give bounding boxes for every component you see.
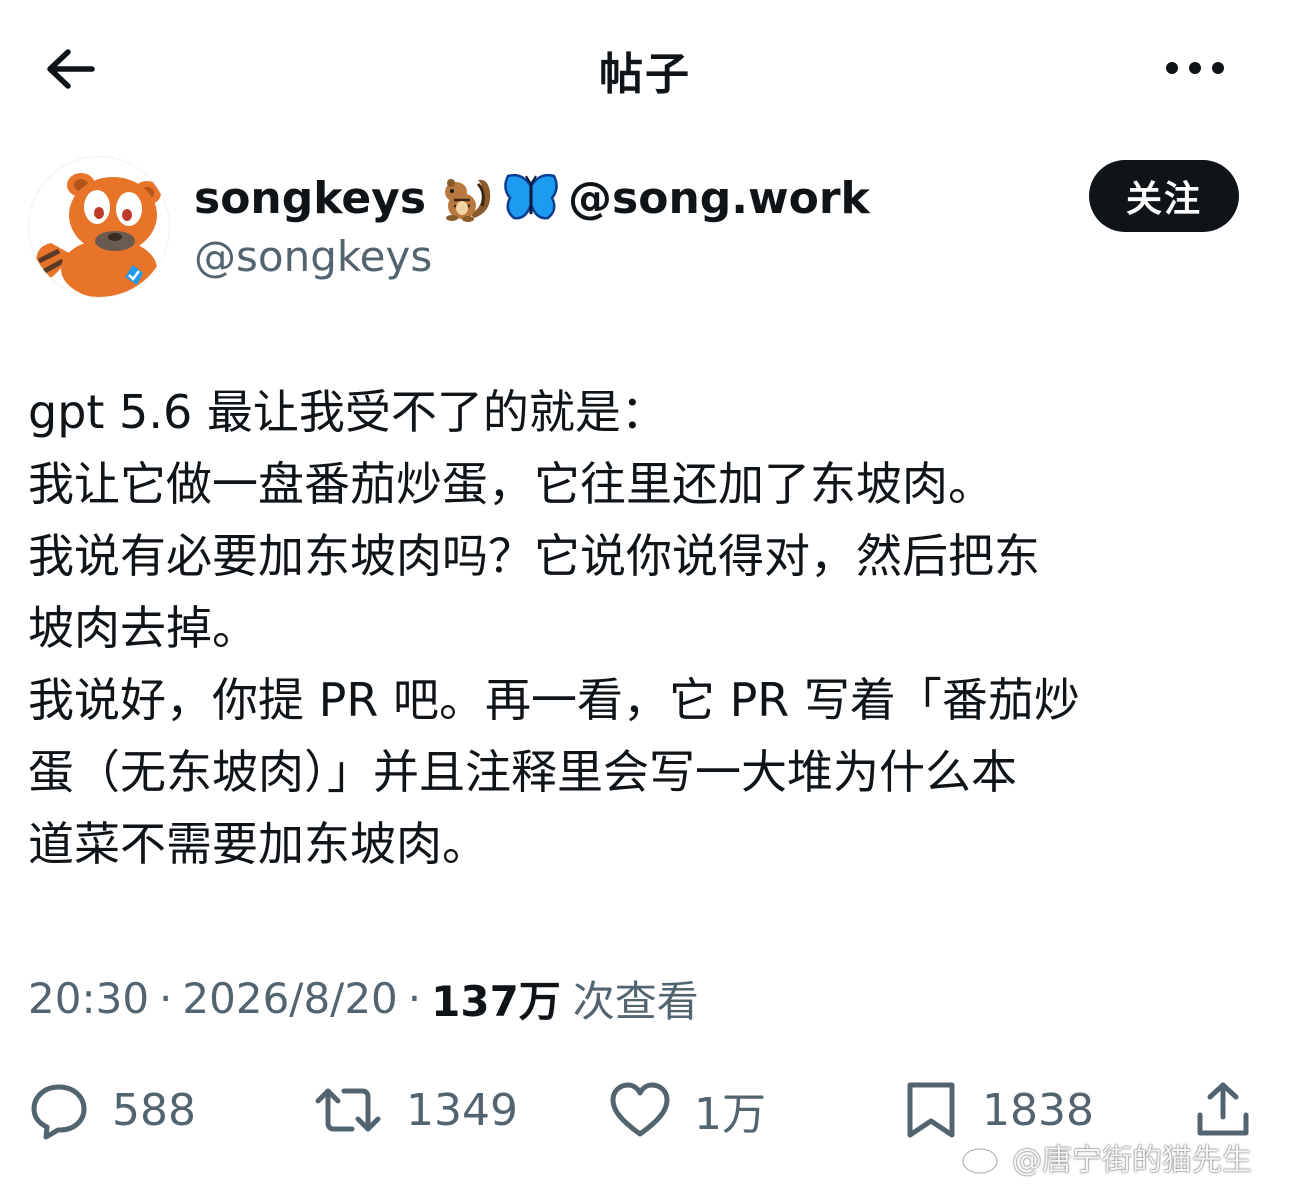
weibo-logo-icon — [961, 1141, 1004, 1175]
post-line: 我说有必要加东坡肉吗？它说你说得对，然后把东 — [28, 529, 1040, 583]
repost-icon — [315, 1088, 381, 1132]
page-title: 帖子 — [599, 49, 691, 100]
repost-count: 1349 — [406, 1084, 518, 1136]
reply-count: 588 — [112, 1084, 196, 1136]
views-count: 137万 — [431, 976, 561, 1026]
more-horizontal-icon — [1166, 62, 1224, 74]
post-text: gpt 5.6 最让我受不了的就是： 我让它做一盘番茄炒蛋，它往里还加了东坡肉。… — [28, 376, 1258, 880]
author-name-suffix: @song.work — [568, 172, 870, 224]
post-meta: 20:30 · 2026/8/20 · 137万 次查看 — [28, 968, 699, 1028]
post-page: 帖子 songkeys @song.work @songkeys 关注 gpt … — [0, 0, 1290, 1187]
meta-separator: · — [407, 973, 422, 1023]
watermark: @唐宁街的猫先生 — [960, 1132, 1252, 1182]
like-count: 1万 — [694, 1089, 766, 1140]
post-date[interactable]: 2026/8/20 — [182, 974, 397, 1023]
reply-button[interactable]: 588 — [28, 1070, 196, 1150]
more-button[interactable] — [1160, 50, 1230, 86]
post-line: 坡肉去掉。 — [28, 601, 258, 655]
follow-button[interactable]: 关注 — [1089, 160, 1239, 232]
like-button[interactable]: 1万 — [608, 1070, 766, 1150]
chipmunk-emoji-icon — [440, 172, 498, 224]
post-line: 我说好，你提 PR 吧。再一看，它 PR 写着「番茄炒 — [28, 673, 1080, 727]
views-label: 次查看 — [572, 976, 699, 1026]
butterfly-emoji-icon — [502, 172, 560, 224]
author-handle[interactable]: @songkeys — [194, 232, 432, 281]
post-line: gpt 5.6 最让我受不了的就是： — [28, 385, 667, 439]
bookmark-count: 1838 — [982, 1084, 1094, 1136]
meta-separator: · — [159, 973, 173, 1023]
author-display-name[interactable]: songkeys @song.work — [194, 168, 870, 228]
post-line: 道菜不需要加东坡肉。 — [28, 817, 488, 871]
post-line: 我让它做一盘番茄炒蛋，它往里还加了东坡肉。 — [28, 457, 994, 511]
post-line: 蛋（无东坡肉）」并且注释里会写一大堆为什么本 — [28, 745, 1017, 799]
heart-icon — [610, 1082, 670, 1137]
bookmark-icon — [907, 1082, 955, 1138]
reply-icon — [31, 1084, 87, 1140]
avatar[interactable] — [28, 156, 170, 298]
post-time[interactable]: 20:30 — [28, 974, 149, 1023]
red-panda-avatar-icon — [36, 173, 161, 297]
author-name-text: songkeys — [194, 172, 427, 224]
top-bar: 帖子 — [0, 0, 1290, 136]
repost-button[interactable]: 1349 — [312, 1070, 518, 1150]
watermark-text: @唐宁街的猫先生 — [1012, 1143, 1252, 1178]
